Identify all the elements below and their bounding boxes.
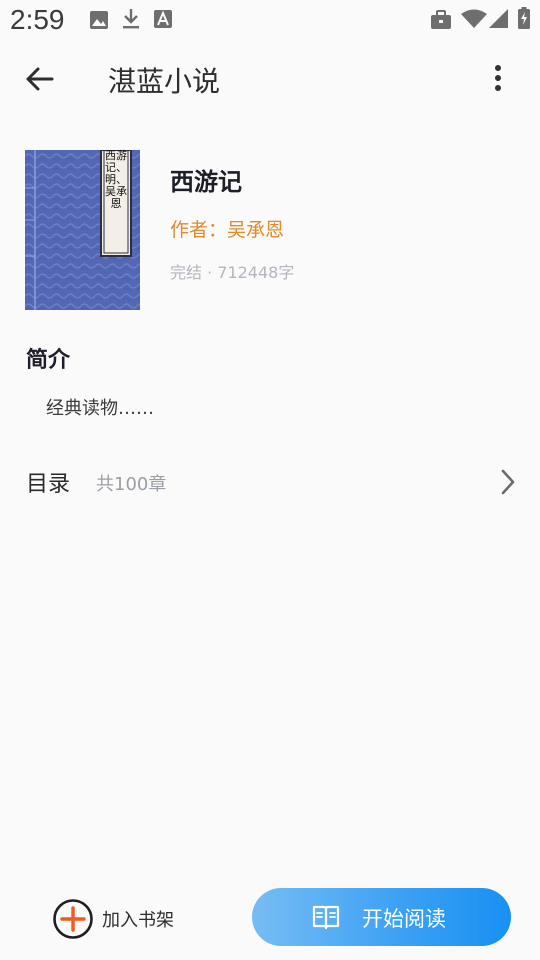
briefcase-icon xyxy=(431,10,451,29)
font-a-icon xyxy=(154,10,172,28)
book-meta: 完结 · 712448字 xyxy=(170,263,295,282)
signal-icon xyxy=(489,9,508,28)
more-options-button[interactable] xyxy=(486,62,510,96)
intro-text: 经典读物…… xyxy=(46,398,154,419)
book-author[interactable]: 作者：吴承恩 xyxy=(170,215,284,242)
app-bar: 湛蓝小说 xyxy=(0,44,540,114)
start-reading-button[interactable]: 开始阅读 xyxy=(252,888,511,946)
add-to-bookshelf-button[interactable]: 加入书架 xyxy=(52,896,192,940)
table-of-contents-row[interactable]: 目录 共100章 xyxy=(0,452,540,512)
toc-label: 目录 xyxy=(26,472,71,497)
intro-heading: 简介 xyxy=(26,348,71,373)
status-bar: 2:59 xyxy=(0,0,540,44)
back-button[interactable] xyxy=(22,62,62,96)
image-icon xyxy=(90,11,108,29)
toc-chapter-count: 共100章 xyxy=(96,474,167,495)
arrow-left-icon xyxy=(26,67,54,91)
start-reading-label: 开始阅读 xyxy=(362,907,446,931)
app-title: 湛蓝小说 xyxy=(108,65,221,98)
add-circle-icon xyxy=(53,899,93,939)
more-vertical-icon xyxy=(495,65,501,91)
chevron-right-icon xyxy=(501,469,515,495)
book-cover[interactable]: 西游记、明、吴承恩 xyxy=(25,149,140,310)
add-to-bookshelf-label: 加入书架 xyxy=(102,910,174,931)
wifi-icon xyxy=(461,9,487,28)
book-title: 西游记 xyxy=(170,168,242,196)
book-open-icon xyxy=(312,905,340,930)
cover-title-text: 西游记、明、吴承恩 xyxy=(105,149,127,210)
download-icon xyxy=(123,9,139,29)
status-time: 2:59 xyxy=(10,4,65,35)
battery-icon xyxy=(518,7,530,29)
